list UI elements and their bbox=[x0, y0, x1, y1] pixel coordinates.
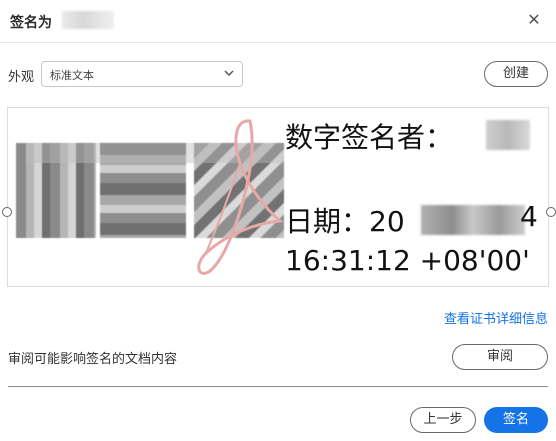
redacted-signer bbox=[486, 120, 530, 150]
resize-handle-left bbox=[2, 207, 12, 217]
signer-label: 数字签名者： bbox=[285, 121, 454, 154]
dialog-title-bar: 签名为 ✕ bbox=[0, 0, 556, 43]
appearance-select-value: 标准文本 bbox=[50, 69, 94, 82]
create-button[interactable]: 创建 bbox=[484, 61, 548, 87]
appearance-select[interactable]: 标准文本 bbox=[41, 61, 243, 87]
time-label: 16:31:12 +08'00' bbox=[285, 244, 530, 277]
pdf-logo-watermark bbox=[197, 119, 284, 275]
review-button[interactable]: 审阅 bbox=[452, 344, 548, 370]
view-cert-details-link[interactable]: 查看证书详细信息 bbox=[444, 308, 548, 327]
redacted-date bbox=[421, 205, 525, 235]
signature-preview: 数字签名者： 日期：20 4 16:31:12 +08'00' bbox=[7, 107, 549, 287]
chevron-down-icon bbox=[224, 70, 234, 77]
back-button[interactable]: 上一步 bbox=[410, 407, 476, 433]
divider bbox=[8, 386, 548, 387]
date-suffix: 4 bbox=[520, 200, 538, 233]
sign-button[interactable]: 签名 bbox=[484, 407, 548, 433]
review-description: 审阅可能影响签名的文档内容 bbox=[8, 352, 178, 367]
date-label: 日期：20 bbox=[285, 205, 405, 238]
resize-handle-right bbox=[546, 207, 556, 217]
appearance-label: 外观 bbox=[8, 70, 35, 85]
close-icon[interactable]: ✕ bbox=[524, 10, 544, 30]
dialog-title: 签名为 bbox=[10, 15, 52, 31]
redacted-signer-name bbox=[62, 11, 114, 29]
